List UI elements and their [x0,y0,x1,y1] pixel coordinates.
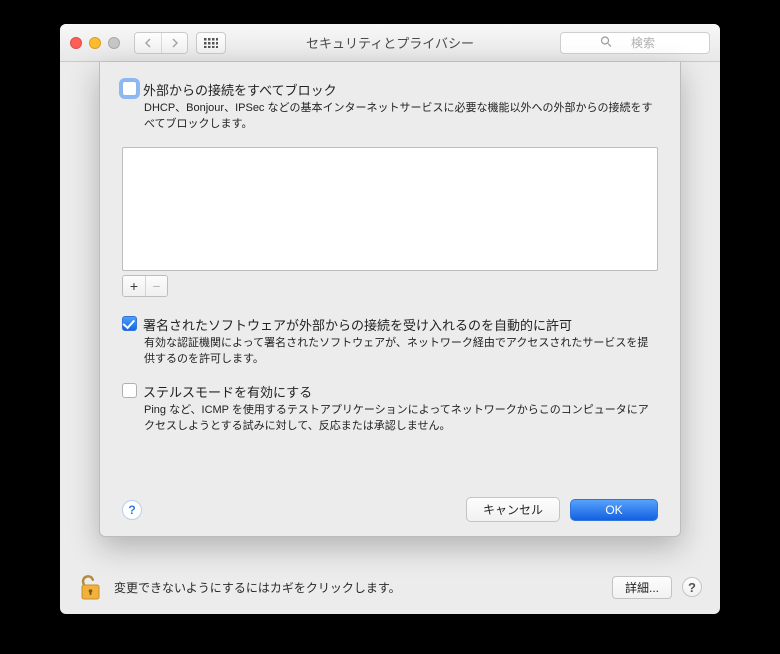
add-button[interactable]: + [123,276,145,296]
advanced-button[interactable]: 詳細... [612,576,672,599]
block-all-option: 外部からの接続をすべてブロック DHCP、Bonjour、IPSec などの基本… [122,80,658,133]
block-all-checkbox[interactable] [122,81,137,96]
remove-button[interactable]: − [145,276,167,296]
firewall-options-sheet: 外部からの接続をすべてブロック DHCP、Bonjour、IPSec などの基本… [99,62,681,537]
preferences-window: セキュリティとプライバシー 変更できないようにするにはカギをクリックします。 詳… [60,24,720,614]
auto-allow-label: 署名されたソフトウェアが外部からの接続を受け入れるのを自動的に許可 [143,315,572,334]
cancel-button[interactable]: キャンセル [466,497,560,522]
grid-icon [204,38,218,48]
back-button[interactable] [135,33,161,53]
sheet-footer: ? キャンセル OK [122,497,658,522]
window-titlebar: セキュリティとプライバシー [60,24,720,62]
minimize-window-icon[interactable] [89,37,101,49]
lock-text: 変更できないようにするにはカギをクリックします。 [114,579,602,596]
auto-allow-desc: 有効な認証機関によって署名されたソフトウェアが、ネットワーク経由でアクセスされた… [144,336,658,368]
close-window-icon[interactable] [70,37,82,49]
show-all-button[interactable] [196,32,226,54]
block-all-label: 外部からの接続をすべてブロック [143,80,337,99]
auto-allow-checkbox[interactable] [122,316,137,331]
stealth-label: ステルスモードを有効にする [143,382,312,401]
lock-bar: 変更できないようにするにはカギをクリックします。 詳細... ? [78,572,702,602]
help-button[interactable]: ? [682,577,702,597]
app-list[interactable] [122,147,658,271]
stealth-desc: Ping など、ICMP を使用するテストアプリケーションによってネットワークか… [144,403,658,435]
add-remove-group: + − [122,275,168,297]
ok-button[interactable]: OK [570,499,658,521]
zoom-window-icon [108,37,120,49]
sheet-help-button[interactable]: ? [122,500,142,520]
auto-allow-option: 署名されたソフトウェアが外部からの接続を受け入れるのを自動的に許可 有効な認証機… [122,315,658,368]
unlocked-padlock-icon[interactable] [78,572,104,602]
stealth-checkbox[interactable] [122,383,137,398]
search-field-wrap [560,32,710,54]
nav-back-forward [134,32,188,54]
stealth-option: ステルスモードを有効にする Ping など、ICMP を使用するテストアプリケー… [122,382,658,435]
chevron-left-icon [144,38,152,48]
forward-button[interactable] [161,33,187,53]
chevron-right-icon [171,38,179,48]
block-all-desc: DHCP、Bonjour、IPSec などの基本インターネットサービスに必要な機… [144,101,658,133]
traffic-lights [70,37,120,49]
search-input[interactable] [560,32,710,54]
